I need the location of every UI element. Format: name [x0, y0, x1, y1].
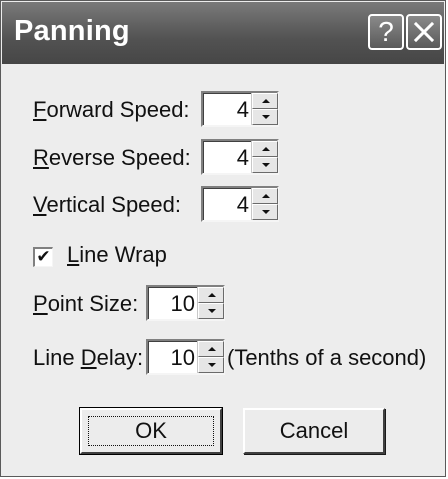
forward-speed-label: Forward Speed: — [33, 97, 190, 122]
spin-up-icon[interactable] — [198, 287, 224, 303]
close-button[interactable] — [406, 14, 442, 50]
spin-up-icon[interactable] — [252, 188, 278, 204]
line-delay-value[interactable]: 10 — [171, 345, 195, 371]
line-delay-spinner[interactable]: 10 — [146, 339, 225, 375]
line-wrap-label[interactable]: Line Wrap — [67, 242, 167, 268]
reverse-speed-label: Reverse Speed: — [33, 145, 191, 170]
panning-dialog: Panning ? Forward Speed: 4 Reverse Speed… — [0, 0, 446, 477]
line-delay-label: Line Delay: — [33, 345, 144, 370]
vertical-speed-value[interactable]: 4 — [237, 192, 249, 218]
forward-speed-value[interactable]: 4 — [237, 97, 249, 123]
point-size-value[interactable]: 10 — [171, 291, 195, 317]
spin-down-icon[interactable] — [252, 109, 278, 125]
forward-speed-spinner[interactable]: 4 — [201, 91, 279, 127]
title-bar[interactable]: Panning ? — [2, 2, 444, 64]
spin-down-icon[interactable] — [198, 303, 224, 319]
forward-speed-arrows — [251, 93, 278, 125]
spin-up-icon[interactable] — [252, 93, 278, 109]
line-wrap-checkbox[interactable]: ✔ — [33, 247, 53, 267]
reverse-speed-arrows — [251, 141, 278, 173]
cancel-label: Cancel — [279, 418, 349, 443]
focus-rect — [88, 416, 214, 446]
spin-down-icon[interactable] — [252, 157, 278, 173]
spin-down-icon[interactable] — [198, 357, 224, 373]
reverse-speed-spinner[interactable]: 4 — [201, 139, 279, 175]
vertical-speed-arrows — [251, 188, 278, 220]
vertical-speed-spinner[interactable]: 4 — [201, 186, 279, 222]
close-icon — [413, 21, 435, 43]
spin-down-icon[interactable] — [252, 204, 278, 220]
help-button[interactable]: ? — [368, 14, 404, 50]
window-title: Panning — [14, 15, 130, 47]
dialog-body: Forward Speed: 4 Reverse Speed: 4 Vertic… — [1, 65, 445, 476]
cancel-button[interactable]: Cancel — [243, 408, 385, 454]
spin-up-icon[interactable] — [252, 141, 278, 157]
line-delay-units: (Tenths of a second) — [227, 345, 427, 370]
spin-up-icon[interactable] — [198, 341, 224, 357]
point-size-arrows — [197, 287, 224, 319]
vertical-speed-label: Vertical Speed: — [33, 192, 181, 217]
point-size-label: Point Size: — [33, 291, 139, 316]
reverse-speed-value[interactable]: 4 — [237, 145, 249, 171]
line-delay-arrows — [197, 341, 224, 373]
point-size-spinner[interactable]: 10 — [146, 285, 225, 321]
ok-button[interactable]: OK — [79, 407, 223, 455]
help-icon: ? — [378, 16, 394, 47]
